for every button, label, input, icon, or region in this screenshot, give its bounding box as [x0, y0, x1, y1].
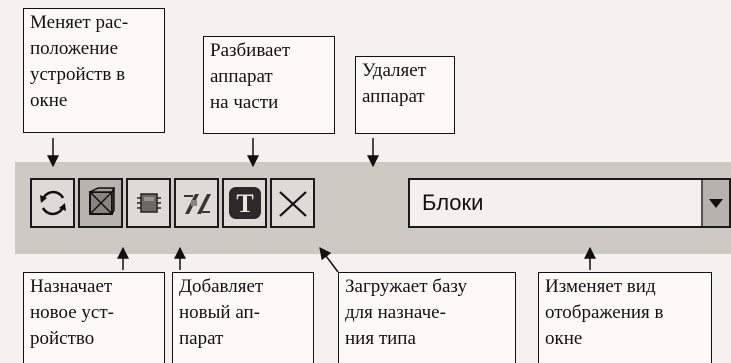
dropdown-arrow-icon — [709, 199, 723, 208]
callout-line: для назначе- — [345, 302, 446, 323]
callout-line: Удаляет — [362, 60, 427, 81]
rotate-arrows-icon — [39, 190, 66, 216]
callout-change-view: Изменяет вид отображения в окне — [538, 272, 712, 363]
callout-line: ния типа — [345, 328, 416, 349]
type-database-glyph: T — [236, 189, 253, 218]
load-type-database-button[interactable]: T — [222, 178, 267, 228]
split-device-button[interactable] — [174, 178, 219, 228]
callout-line: ройство — [30, 328, 95, 349]
callout-line: положение — [30, 38, 119, 59]
callout-line: Изменяет вид — [545, 276, 656, 297]
callout-line: новое уст- — [30, 302, 114, 323]
callout-line: на части — [210, 92, 279, 113]
callout-line: аппарат — [210, 66, 273, 87]
callout-line: новый ап- — [179, 302, 261, 323]
callout-line: Назначает — [30, 276, 113, 297]
cube-icon — [88, 187, 115, 215]
split-device-icon — [183, 194, 211, 214]
toolbar: T Блоки — [15, 162, 731, 254]
type-database-icon: T — [228, 187, 261, 219]
callout-rearrange-devices: Меняет рас- положение устройств в окне — [23, 8, 165, 133]
delete-device-button[interactable] — [270, 178, 315, 228]
callout-line: устройств в — [30, 64, 126, 85]
rearrange-button[interactable] — [30, 178, 75, 228]
callout-line: отображения в — [545, 302, 664, 323]
callout-line: Загружает базу — [345, 276, 467, 297]
callout-delete-device: Удаляет аппарат — [355, 56, 455, 134]
add-device-button[interactable] — [126, 178, 171, 228]
callout-line: окне — [30, 90, 68, 111]
callout-split-device: Разбивает аппарат на части — [203, 36, 335, 134]
callout-line: Меняет рас- — [30, 12, 129, 33]
callout-line: Разбивает — [210, 40, 291, 61]
add-device-icon — [136, 193, 161, 213]
view-mode-value: Блоки — [422, 190, 484, 215]
callout-line: Добавляет — [179, 276, 264, 297]
callout-line: парат — [179, 328, 224, 349]
callout-add-device: Добавляет новый ап- парат — [172, 272, 314, 363]
callout-assign-device: Назначает новое уст- ройство — [23, 272, 165, 363]
delete-x-icon — [278, 191, 307, 217]
callout-load-type-database: Загружает базу для назначе- ния типа — [338, 272, 516, 363]
callout-line: аппарат — [362, 86, 425, 107]
callout-line: окне — [545, 328, 583, 349]
view-mode-select[interactable]: Блоки — [408, 178, 731, 228]
dropdown-arrow-button[interactable] — [701, 180, 729, 226]
assign-device-button[interactable] — [78, 178, 123, 228]
